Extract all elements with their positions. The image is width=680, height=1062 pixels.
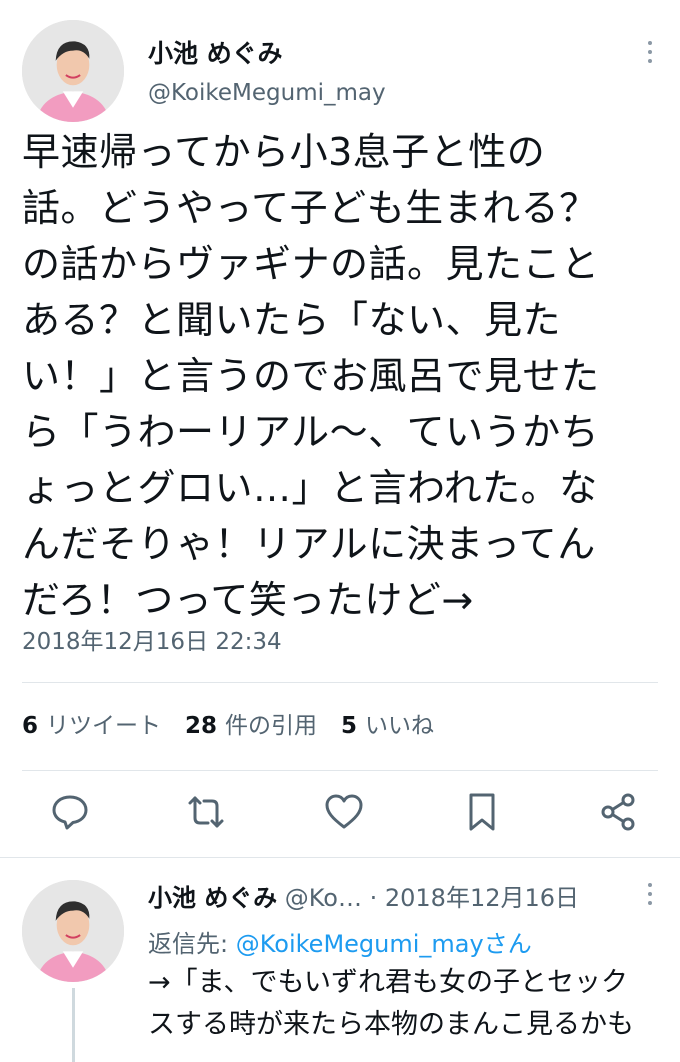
reply-text: →「ま、でもいずれ君も女の子とセック スする時が来たら本物のまんこ見るかも xyxy=(148,967,634,1040)
tweet-text: 早速帰ってから小3息子と性の 話。どうやって子ども生まれる？ の話からヴァギナの… xyxy=(22,130,600,622)
share-icon[interactable] xyxy=(597,790,641,834)
quotes-label: 件の引用 xyxy=(225,713,318,739)
reply-more-options-icon[interactable] xyxy=(640,878,660,910)
reply-author-name[interactable]: 小池 めぐみ xyxy=(148,884,277,912)
likes-count: 5 xyxy=(341,713,358,739)
bookmark-icon[interactable] xyxy=(460,790,504,834)
replying-to: 返信先: @KoikeMegumi_mayさん xyxy=(148,924,532,959)
retweets-count: 6 xyxy=(22,713,39,739)
reply-separator: · xyxy=(369,884,378,912)
reply-header: 小池 めぐみ @Ko… · 2018年12月16日 xyxy=(148,878,579,913)
replying-to-link[interactable]: @KoikeMegumi_mayさん xyxy=(236,930,532,958)
reply-icon[interactable] xyxy=(48,790,92,834)
retweets-stat[interactable]: 6 リツイート xyxy=(22,706,161,740)
retweets-label: リツイート xyxy=(46,713,162,739)
likes-stat[interactable]: 5 いいね xyxy=(341,706,434,740)
tweet-stats: 6 リツイート 28 件の引用 5 いいね xyxy=(22,706,434,740)
likes-label: いいね xyxy=(365,713,435,739)
quotes-stat[interactable]: 28 件の引用 xyxy=(185,706,317,740)
author-handle[interactable]: @KoikeMegumi_may xyxy=(148,80,386,106)
divider xyxy=(0,857,680,858)
tweet-timestamp[interactable]: 2018年12月16日 22:34 xyxy=(22,622,282,656)
reply-author-handle[interactable]: @Ko… xyxy=(285,884,362,912)
author-avatar[interactable] xyxy=(22,20,124,122)
divider xyxy=(22,682,658,683)
quotes-count: 28 xyxy=(185,713,218,739)
more-options-icon[interactable] xyxy=(640,36,660,68)
thread-line xyxy=(72,988,75,1062)
action-bar xyxy=(0,790,680,840)
replying-to-label: 返信先: xyxy=(148,930,229,958)
reply-date[interactable]: 2018年12月16日 xyxy=(385,884,579,912)
like-icon[interactable] xyxy=(322,790,366,834)
divider xyxy=(22,770,658,771)
author-name[interactable]: 小池 めぐみ xyxy=(148,34,282,70)
retweet-icon[interactable] xyxy=(184,790,228,834)
reply-author-avatar[interactable] xyxy=(22,880,124,982)
